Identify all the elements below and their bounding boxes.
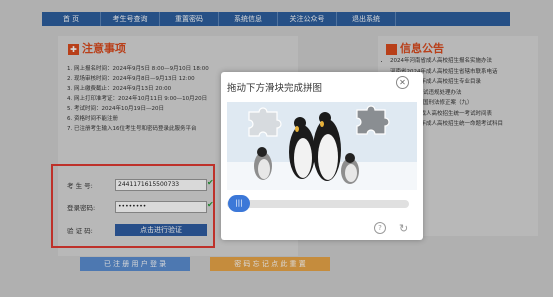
puzzle-piece	[248, 107, 282, 137]
close-icon[interactable]: ✕	[396, 76, 409, 89]
slider-track	[227, 200, 409, 208]
slider-handle[interactable]: |||	[228, 195, 250, 212]
refresh-icon[interactable]: ↻	[399, 222, 408, 235]
captcha-modal: 拖动下方滑块完成拼图 ✕ ||| ? ↻	[221, 72, 423, 240]
puzzle-slot	[356, 105, 390, 135]
puzzle-image	[227, 102, 417, 190]
captcha-modal-title: 拖动下方滑块完成拼图	[227, 83, 323, 94]
help-icon[interactable]: ?	[374, 222, 386, 234]
